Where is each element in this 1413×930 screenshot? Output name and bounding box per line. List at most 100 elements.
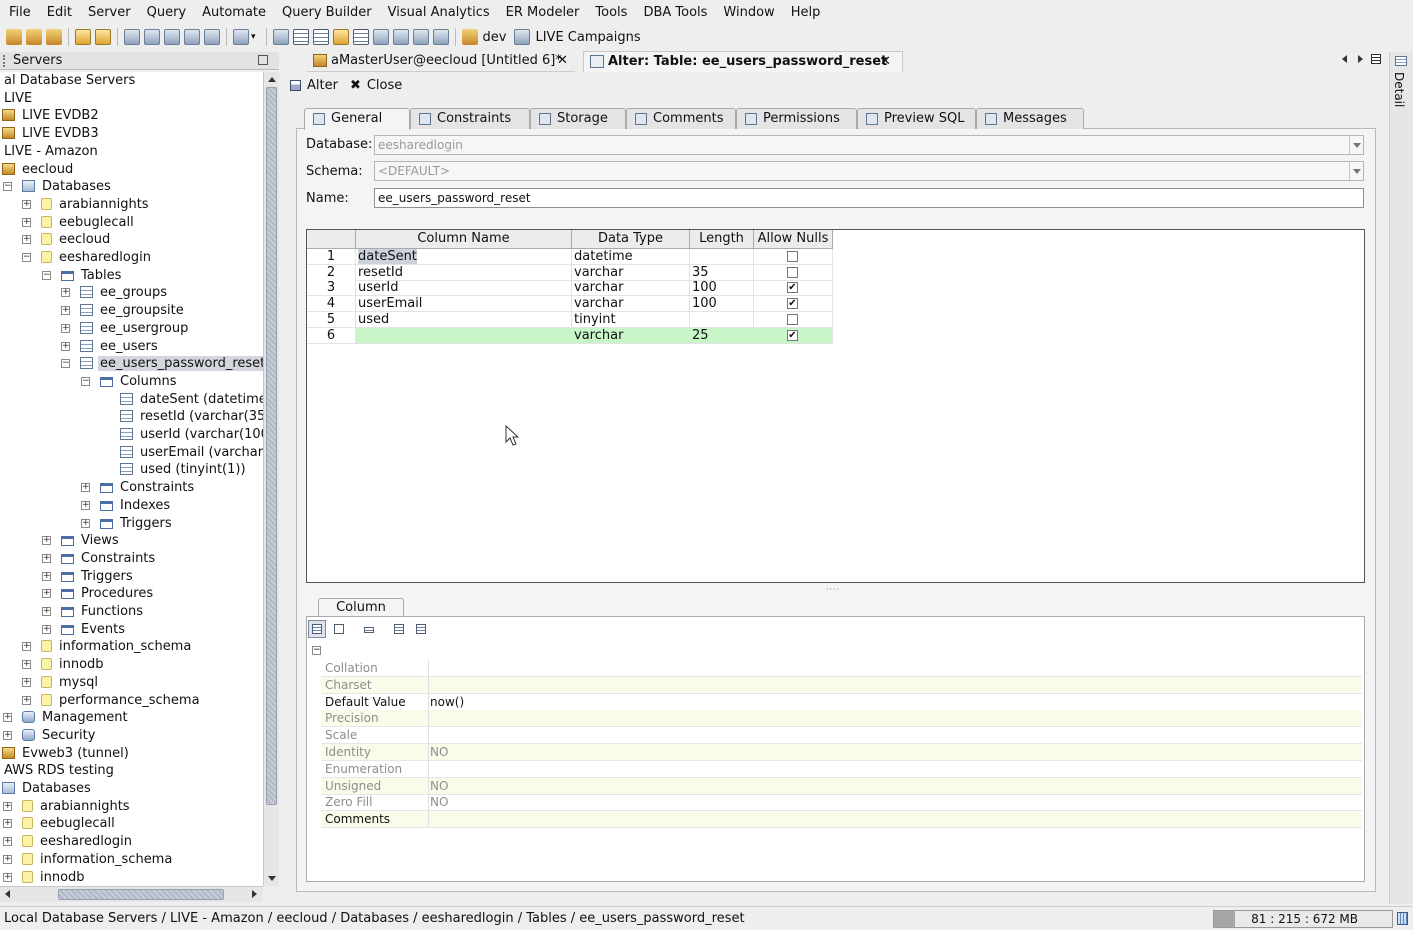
close-button[interactable]: ✖ Close: [350, 78, 402, 93]
tab-list-icon[interactable]: [1371, 54, 1381, 64]
scroll-up-icon[interactable]: [268, 77, 276, 82]
tree-node[interactable]: + Functions: [42, 603, 145, 620]
expand-icon[interactable]: +: [61, 288, 70, 298]
tree-node[interactable]: LIVE EVDB3: [2, 125, 101, 142]
property-row[interactable]: Default Value now(): [321, 693, 1362, 711]
collapse-icon[interactable]: −: [3, 182, 12, 192]
expand-icon[interactable]: +: [81, 500, 90, 510]
window-layout-icon[interactable]: [332, 29, 349, 45]
expand-icon[interactable]: +: [3, 713, 12, 723]
new-connection-icon[interactable]: [6, 29, 22, 45]
expand-icon[interactable]: +: [22, 235, 31, 245]
previous-tab-icon[interactable]: [1342, 55, 1347, 63]
table-row[interactable]: 2 resetId varchar 35: [307, 264, 833, 281]
cell-length[interactable]: [690, 249, 754, 265]
property-row[interactable]: Unsigned NO: [321, 777, 1362, 795]
tab-column[interactable]: Column: [318, 598, 404, 617]
cell-type[interactable]: varchar: [572, 264, 690, 281]
tree-node[interactable]: − Databases: [3, 178, 113, 195]
list-icon[interactable]: [392, 29, 409, 45]
tree-node[interactable]: + mysql: [22, 674, 100, 691]
menu-dba-tools[interactable]: DBA Tools: [634, 5, 714, 20]
table-grid-icon[interactable]: [292, 29, 309, 45]
collapse-icon[interactable]: −: [61, 359, 70, 369]
tab-constraints[interactable]: Constraints: [410, 108, 530, 129]
property-value[interactable]: now(): [430, 694, 464, 710]
expand-icon[interactable]: +: [42, 607, 51, 616]
property-row[interactable]: Charset: [321, 676, 1362, 694]
tree-node[interactable]: − Columns: [81, 373, 179, 390]
tree-node[interactable]: + Procedures: [42, 585, 155, 602]
tree-node[interactable]: + arabiannights: [22, 196, 151, 213]
tree-node[interactable]: + eecloud: [22, 231, 112, 248]
tree-node[interactable]: userEmail (varchar(100)): [120, 444, 263, 461]
tab-comments[interactable]: Comments: [626, 108, 736, 129]
tab-preview-sql[interactable]: Preview SQL: [857, 108, 976, 129]
allow-nulls-checkbox[interactable]: [787, 251, 798, 262]
collapse-icon[interactable]: −: [22, 253, 31, 262]
new-document-icon[interactable]: [233, 29, 249, 45]
find-icon[interactable]: [164, 29, 180, 45]
tree-node[interactable]: + Events: [42, 621, 127, 638]
tree-node[interactable]: + innodb: [3, 869, 87, 886]
columns-grid[interactable]: Column Name Data Type Length Allow Nulls…: [306, 229, 1365, 583]
cell-length[interactable]: [690, 311, 754, 328]
tree-node[interactable]: userId (varchar(100)): [120, 426, 263, 443]
allow-nulls-checkbox[interactable]: [787, 313, 798, 325]
tree-node[interactable]: + ee_groupsite: [61, 302, 186, 319]
property-row[interactable]: Identity NO: [321, 744, 1362, 761]
chevron-down-icon[interactable]: [1349, 136, 1363, 154]
property-row[interactable]: Comments: [321, 811, 1362, 829]
restore-panel-icon[interactable]: [258, 55, 268, 65]
connection-name[interactable]: dev: [483, 30, 507, 45]
expand-icon[interactable]: +: [3, 819, 12, 829]
dropdown-arrow-icon[interactable]: ▾: [251, 32, 256, 42]
menu-tools[interactable]: Tools: [586, 5, 634, 20]
expand-icon[interactable]: +: [3, 801, 12, 811]
expand-icon[interactable]: +: [22, 642, 31, 652]
menu-window[interactable]: Window: [714, 5, 781, 20]
tree-node[interactable]: + ee_usergroup: [61, 320, 190, 337]
chevron-down-icon[interactable]: [1349, 162, 1363, 180]
query-builder-icon[interactable]: [144, 29, 160, 45]
menu-visual-analytics[interactable]: Visual Analytics: [379, 5, 497, 20]
tree-node[interactable]: + ee_groups: [61, 284, 169, 301]
script-icon[interactable]: [95, 29, 111, 45]
collapse-icon[interactable]: −: [42, 270, 51, 280]
close-tab-icon[interactable]: ✕: [557, 51, 568, 71]
tree-node[interactable]: + Security: [3, 727, 97, 744]
splitter-handle[interactable]: ····: [826, 585, 842, 594]
menu-server[interactable]: Server: [79, 5, 138, 20]
split-icon[interactable]: [412, 29, 429, 45]
tree-node[interactable]: + Views: [42, 532, 121, 549]
wand-icon[interactable]: [75, 29, 91, 45]
cell-type[interactable]: varchar: [572, 280, 690, 297]
cell-name[interactable]: userEmail: [356, 296, 572, 313]
tab-permissions[interactable]: Permissions: [736, 108, 857, 129]
tree-node[interactable]: LIVE - Amazon: [2, 143, 100, 160]
allow-nulls-header[interactable]: Allow Nulls: [754, 230, 833, 249]
menu-help[interactable]: Help: [782, 5, 828, 20]
disconnect-icon[interactable]: [26, 29, 42, 45]
tree-node[interactable]: AWS RDS testing: [2, 762, 116, 779]
tree-node[interactable]: dateSent (datetime): [120, 391, 263, 408]
menu-file[interactable]: File: [0, 5, 38, 20]
export-icon[interactable]: [204, 29, 220, 45]
compare-icon[interactable]: [184, 29, 200, 45]
expand-icon[interactable]: +: [3, 837, 12, 847]
property-row[interactable]: Collation: [321, 660, 1362, 677]
expand-icon[interactable]: +: [61, 306, 70, 316]
scroll-right-icon[interactable]: [252, 890, 257, 898]
expand-icon[interactable]: +: [42, 536, 51, 546]
tab-alter-table[interactable]: Alter: Table: ee_users_password_reset ✕: [583, 51, 903, 72]
schema-select[interactable]: <DEFAULT>: [374, 161, 1364, 181]
cell-type[interactable]: varchar: [572, 327, 690, 344]
cell-name[interactable]: resetId: [356, 264, 572, 281]
cell-length[interactable]: 35: [690, 264, 754, 281]
allow-nulls-checkbox[interactable]: ✔: [787, 282, 798, 294]
tab-storage[interactable]: Storage: [530, 108, 626, 129]
expand-icon[interactable]: +: [3, 730, 12, 740]
table-row[interactable]: 1 dateSent datetime: [307, 249, 833, 265]
menu-automate[interactable]: Automate: [193, 5, 273, 20]
alter-button[interactable]: Alter: [290, 78, 338, 93]
